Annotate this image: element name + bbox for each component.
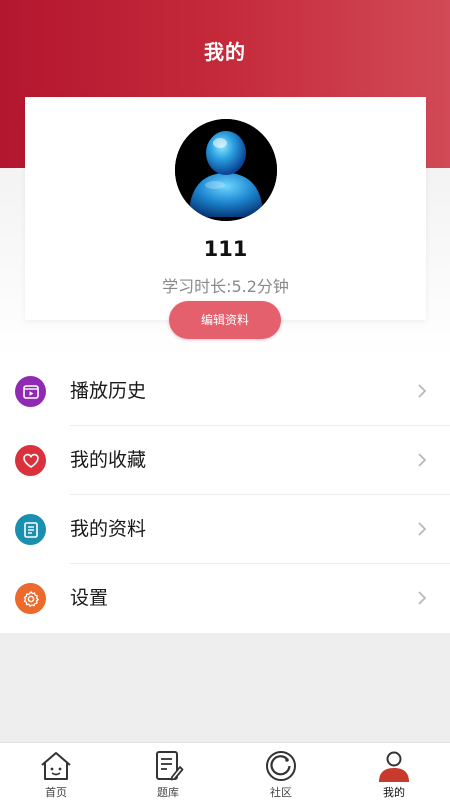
- play-history-icon: [15, 376, 46, 407]
- bottom-tab-bar: 首页 题库 社区 我的: [0, 742, 450, 800]
- username: 111: [203, 237, 248, 261]
- tab-label: 社区: [270, 786, 292, 799]
- chevron-right-icon: [418, 384, 427, 398]
- avatar[interactable]: [175, 119, 277, 221]
- menu-list: 播放历史 我的收藏 我的资料 设置: [0, 357, 450, 633]
- home-icon: [41, 752, 71, 780]
- menu-item-favorites[interactable]: 我的收藏: [0, 426, 450, 495]
- chevron-right-icon: [418, 522, 427, 536]
- tab-home[interactable]: 首页: [0, 743, 112, 800]
- edit-profile-button[interactable]: 编辑资料: [169, 301, 281, 339]
- avatar-person-icon: [175, 119, 277, 221]
- document-icon: [15, 514, 46, 545]
- menu-item-label: 我的收藏: [70, 449, 147, 471]
- tab-question-bank[interactable]: 题库: [112, 743, 224, 800]
- menu-item-label: 我的资料: [70, 518, 147, 540]
- menu-item-my-materials[interactable]: 我的资料: [0, 495, 450, 564]
- menu-item-settings[interactable]: 设置: [0, 564, 450, 633]
- study-time: 学习时长:5.2分钟: [162, 277, 289, 296]
- menu-item-label: 播放历史: [70, 380, 147, 402]
- tab-community[interactable]: 社区: [225, 743, 337, 800]
- tab-label: 题库: [157, 786, 179, 799]
- chevron-right-icon: [418, 591, 427, 605]
- profile-icon: [379, 751, 409, 782]
- tab-label: 我的: [383, 786, 405, 799]
- heart-icon: [15, 445, 46, 476]
- menu-item-play-history[interactable]: 播放历史: [0, 357, 450, 426]
- page-title: 我的: [204, 40, 246, 64]
- question-bank-icon: [156, 751, 184, 781]
- tab-profile[interactable]: 我的: [338, 743, 450, 800]
- profile-card: 111 学习时长:5.2分钟: [25, 97, 426, 320]
- chevron-right-icon: [418, 453, 427, 467]
- tab-label: 首页: [45, 786, 67, 799]
- app-root: 我的 111 学习时长:5.2分钟 编辑资料 播放历史 我的收藏 我的资料 设置…: [0, 0, 450, 800]
- menu-item-label: 设置: [70, 587, 109, 609]
- gear-icon: [15, 583, 46, 614]
- community-icon: [266, 751, 296, 781]
